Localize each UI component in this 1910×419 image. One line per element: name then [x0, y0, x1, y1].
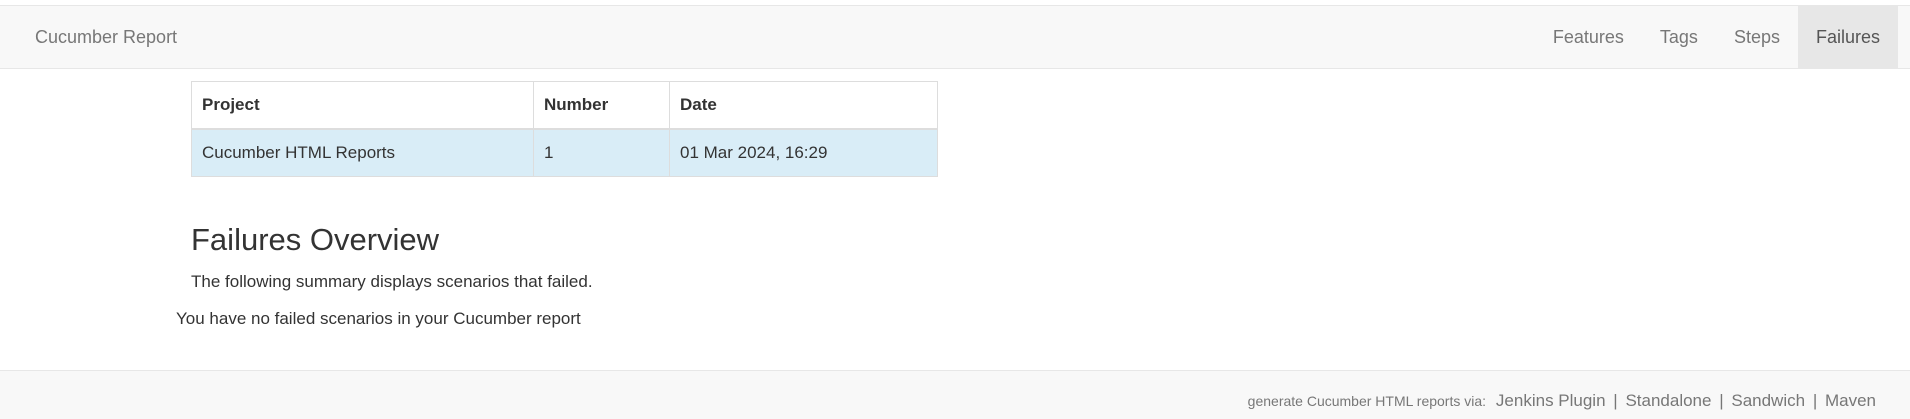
- footer-separator: |: [1812, 391, 1818, 410]
- header-number: Number: [533, 81, 670, 130]
- cell-date: 01 Mar 2024, 16:29: [669, 128, 938, 177]
- cell-number: 1: [533, 128, 670, 177]
- footer-separator: |: [1719, 391, 1724, 410]
- table-header-row: Project Number Date: [191, 81, 938, 130]
- footer-prefix: generate Cucumber HTML reports via:: [1247, 393, 1487, 409]
- footer: generate Cucumber HTML reports via: Jenk…: [0, 370, 1910, 419]
- nav-item-steps[interactable]: Steps: [1716, 6, 1798, 68]
- footer-content: generate Cucumber HTML reports via: Jenk…: [1248, 391, 1876, 411]
- empty-state-message: You have no failed scenarios in your Cuc…: [176, 309, 581, 328]
- brand-link[interactable]: Cucumber Report: [35, 6, 177, 68]
- header-project: Project: [191, 81, 534, 130]
- header-date: Date: [669, 81, 938, 130]
- nav-item-features[interactable]: Features: [1535, 6, 1642, 68]
- footer-links: Jenkins Plugin | Standalone | Sandwich |…: [1496, 391, 1876, 410]
- cell-project: Cucumber HTML Reports: [191, 128, 534, 177]
- page-title: Failures Overview: [191, 222, 440, 257]
- footer-link-sandwich[interactable]: Sandwich: [1731, 391, 1805, 410]
- table-row: Cucumber HTML Reports 1 01 Mar 2024, 16:…: [191, 128, 938, 177]
- nav-item-tags[interactable]: Tags: [1642, 6, 1716, 68]
- footer-separator: |: [1613, 391, 1618, 410]
- footer-link-jenkins-plugin[interactable]: Jenkins Plugin: [1496, 391, 1606, 410]
- top-navbar: Cucumber Report Features Tags Steps Fail…: [0, 5, 1910, 69]
- summary-text: The following summary displays scenarios…: [191, 272, 593, 291]
- build-info-table: Project Number Date Cucumber HTML Report…: [191, 81, 938, 177]
- nav-menu: Features Tags Steps Failures: [1535, 6, 1898, 68]
- nav-item-failures[interactable]: Failures: [1797, 6, 1898, 68]
- footer-link-standalone[interactable]: Standalone: [1625, 391, 1711, 410]
- footer-link-maven[interactable]: Maven: [1825, 391, 1876, 410]
